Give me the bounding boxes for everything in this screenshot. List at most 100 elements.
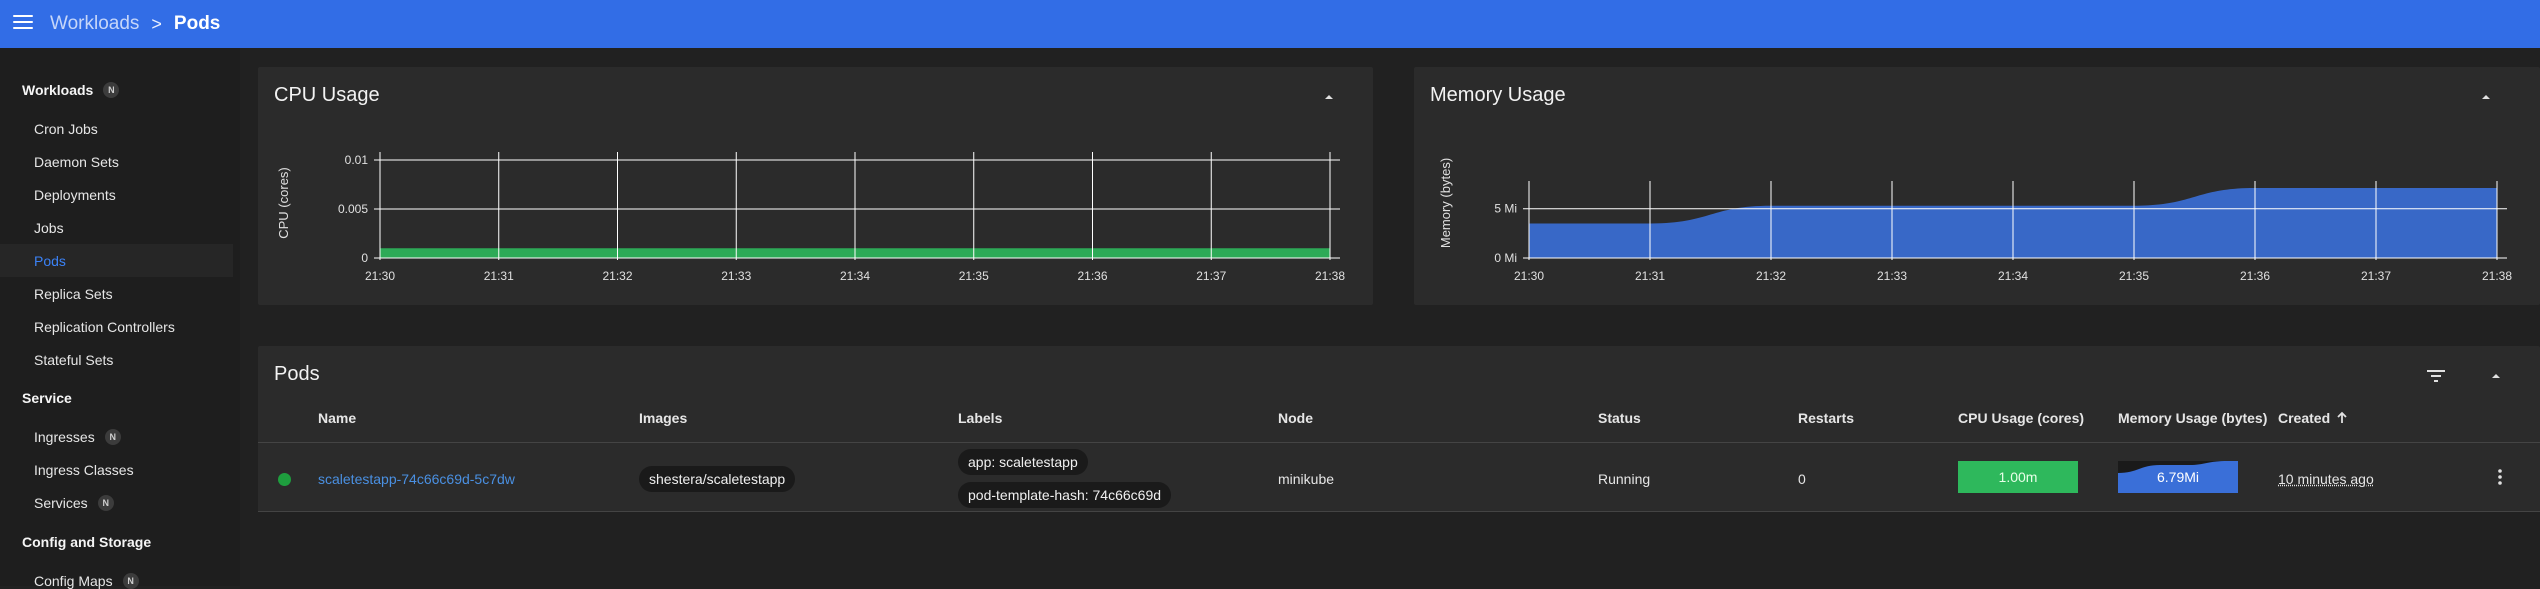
x-tick-label: 21:38 <box>2482 269 2512 283</box>
node-name: minikube <box>1278 471 1335 487</box>
sidebar-item-services[interactable]: Services N <box>34 495 114 511</box>
x-tick-label: 21:38 <box>1315 269 1345 283</box>
x-tick-label: 21:35 <box>2119 269 2149 283</box>
new-badge: N <box>104 429 121 445</box>
restarts-count: 0 <box>1798 471 1806 487</box>
cpu-sparkline-value: 1.00m <box>1998 469 2038 485</box>
sidebar-item-cron-jobs[interactable]: Cron Jobs <box>34 121 98 137</box>
x-tick-label: 21:32 <box>602 269 632 283</box>
breadcrumb-current-pods: Pods <box>173 13 221 34</box>
new-badge: N <box>122 573 139 589</box>
cpu-usage-card: CPU Usage 21:30 21:31 21:32 21:33 21:34 21:35… <box>258 67 1373 305</box>
memory-usage-chart: 21:30 21:31 21:32 21:33 21:34 21:35 21:36 21:37… <box>1438 158 2512 283</box>
sidebar-item-daemon-sets[interactable]: Daemon Sets <box>34 154 119 170</box>
sidebar-item-ingresses[interactable]: Ingresses N <box>34 429 121 445</box>
chevron-up-icon[interactable] <box>2486 366 2506 386</box>
image-chip: shestera/scaletestapp <box>639 466 796 492</box>
memory-usage-card: Memory Usage 21:30 21:31 21:32 21:33 21:34 21… <box>1414 67 2540 305</box>
x-tick-label: 21:30 <box>1514 269 1544 283</box>
sidebar-item-label: Replica Sets <box>34 286 113 302</box>
more-vert-icon[interactable] <box>2490 467 2510 487</box>
arrow-up-icon <box>2337 411 2347 423</box>
sidebar-item-label: Config Maps <box>34 573 113 589</box>
status-running-icon <box>278 473 291 486</box>
y-axis-title: Memory (bytes) <box>1438 158 1453 248</box>
new-badge: N <box>103 82 120 98</box>
memory-sparkline: 6.79Mi <box>2118 461 2238 493</box>
label-chip: pod-template-hash: 74c66c69d <box>958 482 1172 508</box>
sidebar-group-service[interactable]: Service <box>22 390 72 406</box>
sidebar-group-label: Config and Storage <box>22 534 152 550</box>
sidebar-item-label: Jobs <box>34 220 64 236</box>
sidebar-item-label: Stateful Sets <box>34 352 114 368</box>
header-divider <box>258 442 2540 443</box>
column-header-label: Created <box>2278 410 2331 426</box>
sidebar-item-config-maps[interactable]: Config Maps N <box>34 573 139 589</box>
breadcrumb-workloads[interactable]: Workloads <box>50 13 139 35</box>
column-header-name[interactable]: Name <box>318 410 356 426</box>
sidebar-group-workloads[interactable]: Workloads N <box>22 82 120 98</box>
sidebar-item-label: Replication Controllers <box>34 319 175 335</box>
sidebar-group-label: Workloads <box>22 82 94 98</box>
x-tick-label: 21:32 <box>1756 269 1786 283</box>
memory-sparkline-value: 6.79Mi <box>2156 469 2200 485</box>
column-header-created[interactable]: Created <box>2278 410 2349 426</box>
sidebar-item-label: Cron Jobs <box>34 121 98 137</box>
column-header-node[interactable]: Node <box>1278 410 1313 426</box>
column-header-labels[interactable]: Labels <box>958 410 1002 426</box>
x-tick-label: 21:31 <box>1635 269 1665 283</box>
sidebar-item-label: Ingresses <box>34 429 95 445</box>
sidebar-item-stateful-sets[interactable]: Stateful Sets <box>34 352 113 368</box>
cpu-usage-chart: 21:30 21:31 21:32 21:33 21:34 21:35 21:36 21:37… <box>276 152 1345 283</box>
sidebar-group-config-and-storage[interactable]: Config and Storage <box>22 534 151 550</box>
row-divider <box>258 511 2540 512</box>
column-header-status[interactable]: Status <box>1598 410 1641 426</box>
sidebar-item-jobs[interactable]: Jobs <box>34 220 64 236</box>
filter-icon[interactable] <box>2424 366 2448 386</box>
column-header-cpu-usage[interactable]: CPU Usage (cores) <box>1958 410 2084 426</box>
y-tick-label: 0 Mi <box>1494 251 1517 265</box>
sidebar-item-ingress-classes[interactable]: Ingress Classes <box>34 462 134 478</box>
label-chip: app: scaletestapp <box>958 449 1088 475</box>
new-badge: N <box>97 495 114 511</box>
y-tick-label: 0.01 <box>345 153 369 167</box>
y-axis-title: CPU (cores) <box>276 167 291 239</box>
cpu-sparkline: 1.00m <box>1958 461 2078 493</box>
sidebar-nav: Workloads N Cron Jobs Daemon Sets Deploy… <box>0 48 240 589</box>
breadcrumb: Workloads > Pods <box>50 0 220 48</box>
sidebar-item-label: Daemon Sets <box>34 154 119 170</box>
menu-icon[interactable] <box>13 15 33 31</box>
x-tick-label: 21:37 <box>2361 269 2391 283</box>
x-tick-label: 21:33 <box>1877 269 1907 283</box>
column-header-images[interactable]: Images <box>639 410 687 426</box>
y-tick-label: 0.005 <box>338 202 368 216</box>
x-tick-label: 21:33 <box>721 269 751 283</box>
y-tick-label: 0 <box>361 251 368 265</box>
sidebar-item-label: Ingress Classes <box>34 462 134 478</box>
sidebar-item-replication-controllers[interactable]: Replication Controllers <box>34 319 175 335</box>
sidebar-item-deployments[interactable]: Deployments <box>34 187 116 203</box>
sidebar-item-label: Pods <box>34 253 66 269</box>
y-tick-label: 5 Mi <box>1494 202 1517 216</box>
status-text: Running <box>1598 471 1651 487</box>
created-time: 10 minutes ago <box>2278 471 2374 487</box>
x-tick-label: 21:31 <box>484 269 514 283</box>
sidebar-item-pods[interactable]: Pods <box>34 253 66 269</box>
sidebar-item-replica-sets[interactable]: Replica Sets <box>34 286 113 302</box>
pods-card: Pods Name Images Labels Node Status Rest… <box>258 346 2540 512</box>
pod-name-link[interactable]: scaletestapp-74c66c69d-5c7dw <box>318 471 515 487</box>
x-tick-label: 21:34 <box>1998 269 2028 283</box>
card-title: Pods <box>274 363 320 385</box>
x-tick-label: 21:34 <box>840 269 870 283</box>
x-tick-label: 21:36 <box>2240 269 2270 283</box>
x-tick-label: 21:36 <box>1077 269 1107 283</box>
sidebar-item-label: Deployments <box>34 187 116 203</box>
x-tick-label: 21:30 <box>365 269 395 283</box>
x-tick-label: 21:37 <box>1196 269 1226 283</box>
column-header-memory-usage[interactable]: Memory Usage (bytes) <box>2118 410 2267 426</box>
x-tick-label: 21:35 <box>959 269 989 283</box>
breadcrumb-separator: > <box>151 13 162 34</box>
column-header-restarts[interactable]: Restarts <box>1798 410 1854 426</box>
top-app-bar: Workloads > Pods <box>0 0 2540 48</box>
sidebar-group-label: Service <box>22 390 72 406</box>
